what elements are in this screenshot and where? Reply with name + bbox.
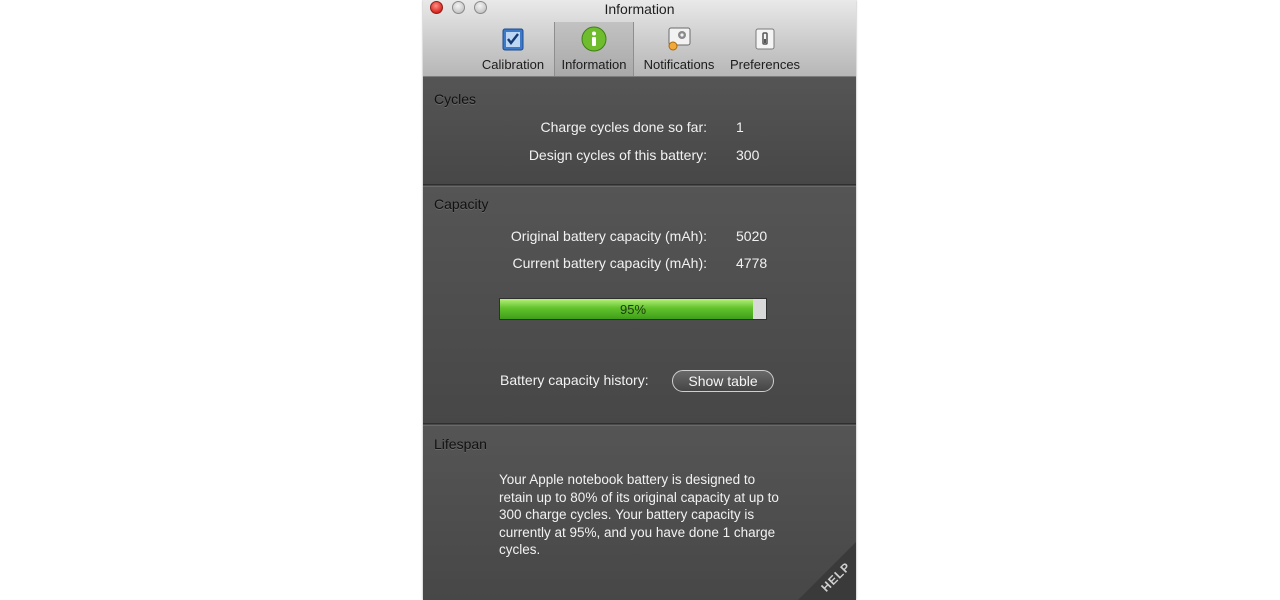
original-capacity-label: Original battery capacity (mAh): — [510, 228, 707, 244]
cycles-section: Cycles Charge cycles done so far: 1 Desi… — [423, 77, 856, 185]
capacity-progress-bar: 95% — [499, 298, 767, 320]
charge-cycles-value: 1 — [736, 119, 744, 135]
capacity-section: Capacity Original battery capacity (mAh)… — [423, 186, 856, 424]
current-capacity-value: 4778 — [736, 255, 768, 271]
preferences-icon — [755, 28, 775, 50]
tab-notifications[interactable]: Notifications — [636, 22, 722, 76]
design-cycles-value: 300 — [736, 147, 760, 163]
lifespan-section: Lifespan Your Apple notebook battery is … — [423, 425, 856, 600]
original-capacity-value: 5020 — [736, 228, 768, 244]
tab-information-label: Information — [561, 57, 627, 72]
design-cycles-label: Design cycles of this battery: — [528, 147, 707, 163]
tab-notifications-label: Notifications — [643, 57, 715, 72]
notifications-icon — [668, 27, 691, 51]
window-title: Information — [604, 1, 675, 17]
charge-cycles-label: Charge cycles done so far: — [540, 119, 707, 135]
current-capacity-label: Current battery capacity (mAh): — [512, 255, 707, 271]
show-table-button[interactable]: Show table — [672, 370, 774, 392]
tab-calibration-label: Calibration — [481, 57, 545, 72]
app-window: Information Calibration Information Noti… — [423, 0, 856, 600]
toolbar: Information Calibration Information Noti… — [423, 0, 856, 77]
capacity-history-label: Battery capacity history: — [500, 372, 649, 388]
cycles-title: Cycles — [434, 91, 477, 107]
capacity-title: Capacity — [434, 196, 489, 212]
help-corner-button[interactable]: HELP — [798, 542, 856, 600]
tab-calibration[interactable]: Calibration — [476, 22, 550, 76]
capacity-progress-text: 95% — [619, 301, 647, 317]
lifespan-title: Lifespan — [434, 436, 487, 452]
tab-preferences-label: Preferences — [729, 57, 801, 72]
lifespan-description: Your Apple notebook battery is designed … — [499, 472, 779, 557]
tab-preferences[interactable]: Preferences — [727, 22, 803, 76]
calibration-icon — [502, 28, 524, 51]
tab-information[interactable]: Information — [554, 22, 634, 76]
info-icon — [581, 26, 607, 52]
